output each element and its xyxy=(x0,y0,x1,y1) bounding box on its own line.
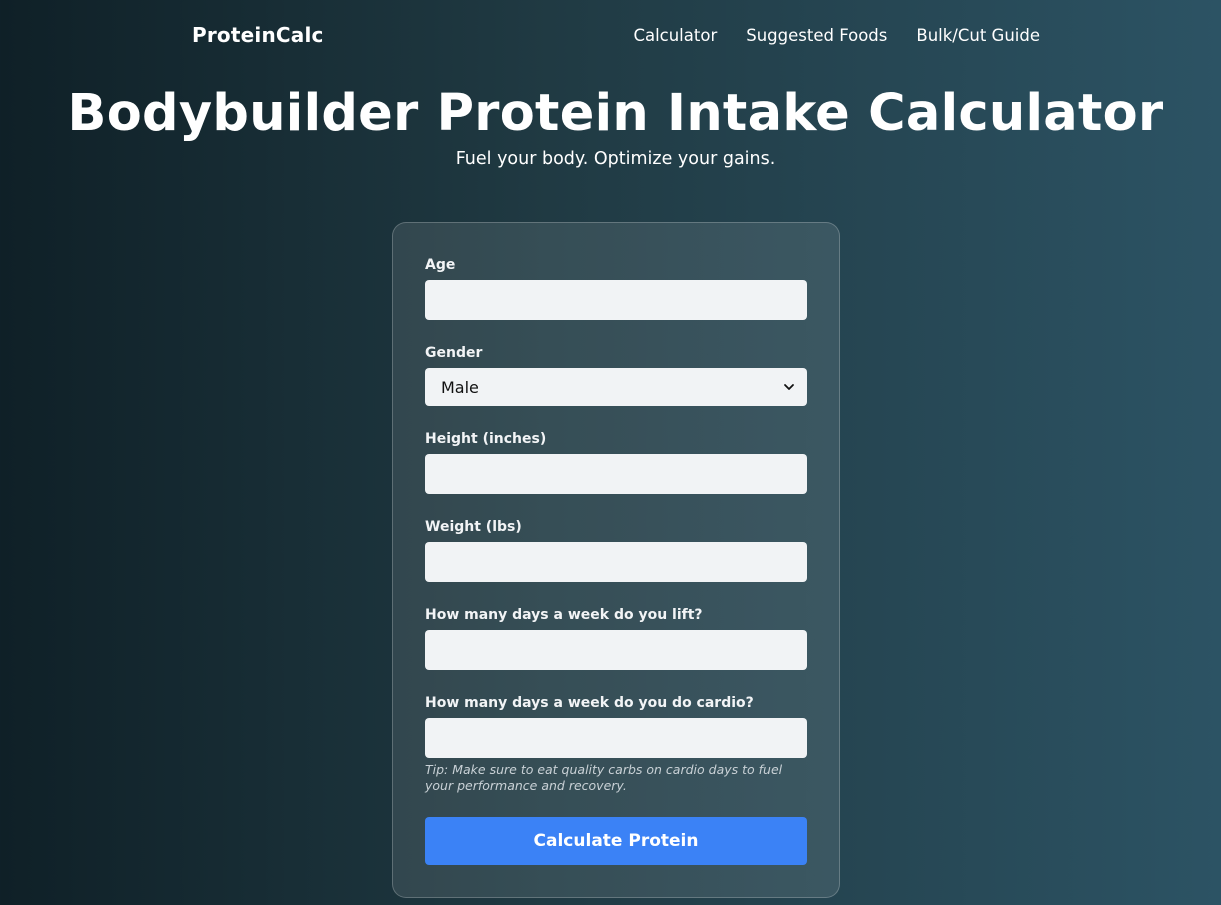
calculate-protein-button[interactable]: Calculate Protein xyxy=(425,817,807,865)
page-subtitle: Fuel your body. Optimize your gains. xyxy=(455,149,776,169)
gender-selected-value: Male xyxy=(441,377,479,397)
age-input[interactable] xyxy=(425,280,807,320)
cardio-days-label: How many days a week do you do cardio? xyxy=(425,695,754,711)
cardio-tip: Tip: Make sure to eat quality carbs on c… xyxy=(425,762,783,793)
chevron-down-icon xyxy=(784,384,794,390)
nav-link-calculator[interactable]: Calculator xyxy=(633,26,717,45)
lift-days-label: How many days a week do you lift? xyxy=(425,607,703,623)
nav-links: Calculator Suggested Foods Bulk/Cut Guid… xyxy=(633,26,1040,45)
brand-logo[interactable]: ProteinCalc xyxy=(192,23,324,47)
lift-days-input[interactable] xyxy=(425,630,807,670)
gender-label: Gender xyxy=(425,345,483,361)
weight-input[interactable] xyxy=(425,542,807,582)
cardio-days-input[interactable] xyxy=(425,718,807,758)
protein-form-card: Age Gender Male Height (inches) Weight (… xyxy=(392,222,840,898)
page-title: Bodybuilder Protein Intake Calculator xyxy=(67,84,1164,143)
height-label: Height (inches) xyxy=(425,431,547,447)
weight-label: Weight (lbs) xyxy=(425,519,522,535)
top-nav: ProteinCalc Calculator Suggested Foods B… xyxy=(0,0,1221,72)
height-input[interactable] xyxy=(425,454,807,494)
gender-select[interactable]: Male xyxy=(425,368,807,406)
nav-link-bulk-cut-guide[interactable]: Bulk/Cut Guide xyxy=(916,26,1040,45)
age-label: Age xyxy=(425,257,456,273)
nav-link-suggested-foods[interactable]: Suggested Foods xyxy=(746,26,887,45)
